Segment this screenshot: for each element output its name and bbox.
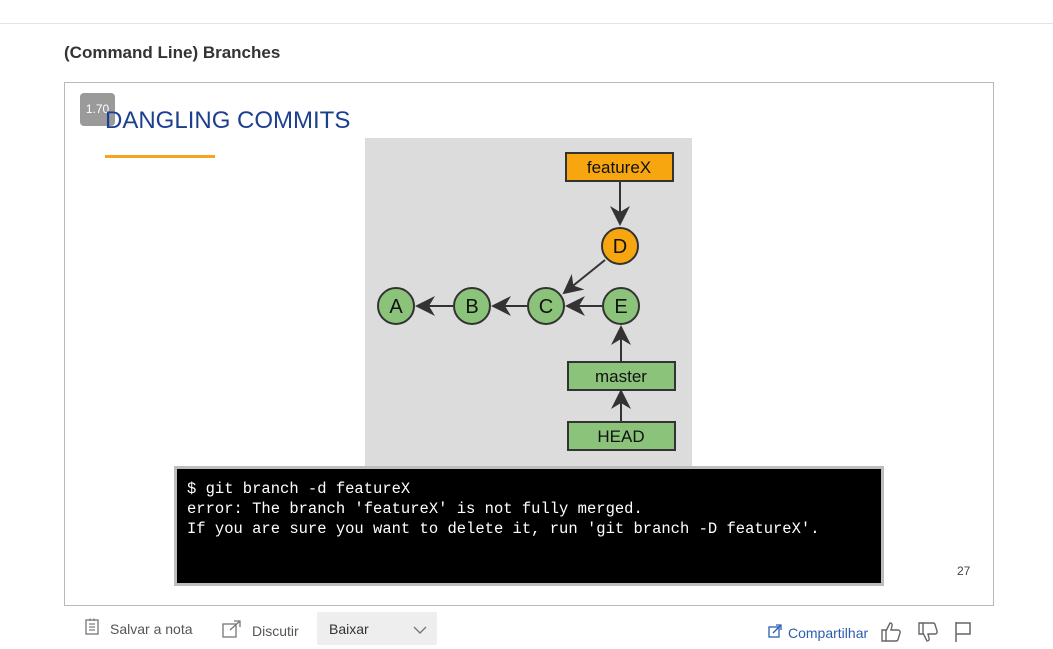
commit-a: A — [377, 287, 415, 325]
commit-c-label: C — [539, 296, 553, 318]
commit-a-label: A — [389, 296, 403, 318]
page-title: (Command Line) Branches — [64, 43, 281, 62]
action-bar: Salvar a nota Discutir Baixar Compartilh… — [0, 612, 1053, 646]
share-button[interactable]: Compartilhar — [768, 624, 868, 641]
commit-b: B — [453, 287, 491, 325]
share-icon — [768, 624, 782, 641]
branch-head-label: HEAD — [597, 427, 644, 446]
slide-viewer: 1.70 DANGLING COMMITS featureX D A B C E… — [64, 82, 994, 606]
commit-graph-svg: featureX D A B C E master HEAD — [377, 152, 676, 451]
share-label: Compartilhar — [788, 624, 869, 641]
download-label: Baixar — [329, 620, 369, 637]
thumbs-down-icon[interactable] — [916, 620, 940, 644]
commit-e-label: E — [614, 296, 627, 318]
thumbs-up-icon[interactable] — [879, 620, 903, 644]
commit-d-label: D — [613, 236, 627, 258]
commit-d: D — [601, 227, 639, 265]
arrow-d-c — [562, 259, 606, 295]
commit-e: E — [602, 287, 640, 325]
terminal-output: $ git branch -d featureX error: The bran… — [174, 466, 884, 586]
external-link-icon — [222, 620, 242, 641]
commit-c: C — [527, 287, 565, 325]
branch-featurex-label: featureX — [587, 158, 651, 177]
chevron-down-icon — [413, 622, 427, 638]
slide-page-number: 27 — [957, 564, 971, 578]
commit-diagram: featureX D A B C E master HEAD — [365, 138, 692, 466]
top-bar — [0, 0, 1053, 24]
note-icon — [84, 618, 100, 639]
discuss-label: Discutir — [252, 622, 299, 639]
save-note-button[interactable]: Salvar a nota — [84, 618, 193, 639]
heading-underline — [105, 155, 215, 158]
branch-master: master — [567, 361, 676, 391]
terminal-line: $ git branch -d featureX — [187, 480, 411, 498]
branch-featurex: featureX — [565, 152, 674, 182]
discuss-button[interactable]: Discutir — [222, 620, 299, 641]
branch-master-label: master — [595, 367, 647, 386]
terminal-line: If you are sure you want to delete it, r… — [187, 520, 820, 538]
terminal-line: error: The branch 'featureX' is not full… — [187, 500, 643, 518]
flag-icon[interactable] — [952, 620, 976, 644]
branch-head: HEAD — [567, 421, 676, 451]
download-select[interactable]: Baixar — [317, 612, 437, 645]
save-note-label: Salvar a nota — [110, 620, 193, 637]
commit-b-label: B — [465, 296, 478, 318]
slide-heading: DANGLING COMMITS — [105, 107, 351, 134]
